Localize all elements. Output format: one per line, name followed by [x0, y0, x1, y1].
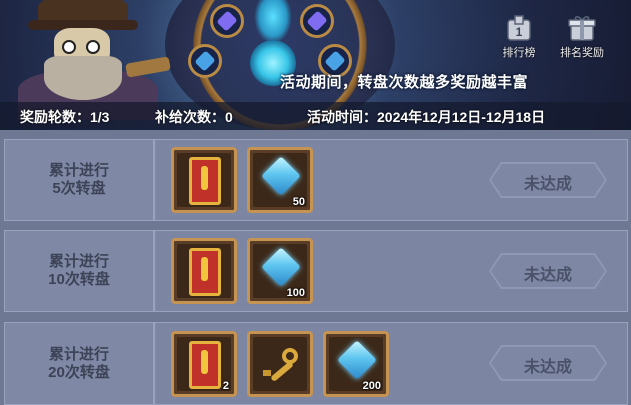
event-time: 活动时间：2024年12月12日-12月18日	[307, 109, 546, 125]
reward-items: 100 未达成	[157, 231, 627, 311]
reward-row: 累计进行 10次转盘 100 未达成	[4, 230, 628, 312]
reward-item[interactable]: 50	[247, 147, 313, 213]
event-slogan: 活动期间，转盘次数越多奖励越丰富	[280, 74, 529, 91]
milestone-line1: 累计进行	[48, 345, 109, 363]
wheel-gem-slot	[188, 44, 222, 78]
claim-status-text: 未达成	[523, 359, 572, 376]
milestone-label: 累计进行 10次转盘	[5, 231, 155, 311]
milestone-line1: 累计进行	[48, 162, 109, 179]
milestone-line2: 5次转盘	[52, 180, 106, 197]
milestone-line1: 累计进行	[48, 253, 109, 270]
milestone-label: 累计进行 5次转盘	[5, 140, 155, 220]
ranking-reward-label: 排名奖励	[560, 47, 604, 59]
reward-item[interactable]	[247, 331, 313, 397]
reward-item[interactable]: 2	[171, 331, 237, 397]
red-card-icon	[189, 157, 221, 205]
reward-items: 50 未达成	[157, 140, 627, 220]
hourglass-art	[254, 0, 292, 44]
red-card-icon	[189, 248, 221, 296]
info-bar: 奖励轮数：1/3 补给次数：0 活动时间：2024年12月12日-12月18日	[0, 102, 631, 130]
character-portrait	[8, 0, 171, 120]
wheel-gem-slot	[210, 4, 244, 38]
reward-item[interactable]: 100	[247, 238, 313, 304]
event-banner: 活动期间，转盘次数越多奖励越丰富 1 排行榜 排名奖励 奖励轮数：1/3 补给次…	[0, 0, 631, 130]
ranking-label: 排行榜	[502, 47, 536, 59]
reward-item[interactable]: 200	[323, 331, 389, 397]
reward-row: 累计进行 20次转盘 2 200 未达成	[4, 322, 628, 405]
milestone-line2: 10次转盘	[48, 271, 110, 288]
reward-item[interactable]	[171, 238, 237, 304]
red-card-icon	[189, 341, 221, 389]
svg-text:1: 1	[516, 25, 523, 39]
claim-status-button[interactable]: 未达成	[489, 345, 607, 381]
claim-status-text: 未达成	[523, 267, 572, 284]
reward-items: 2 200 未达成	[157, 323, 627, 404]
claim-status-text: 未达成	[523, 176, 572, 193]
wheel-gem-slot	[300, 4, 334, 38]
item-quantity: 200	[362, 380, 381, 392]
claim-status-button[interactable]: 未达成	[489, 253, 607, 289]
key-icon	[260, 348, 304, 383]
supply-count: 补给次数：0	[155, 109, 233, 125]
gift-icon	[567, 14, 597, 42]
milestone-label: 累计进行 20次转盘	[5, 323, 155, 404]
item-quantity: 100	[286, 287, 305, 299]
reward-item[interactable]	[171, 147, 237, 213]
item-quantity: 2	[222, 380, 229, 392]
milestone-line2: 20次转盘	[48, 363, 110, 381]
ranking-reward-button[interactable]: 排名奖励	[555, 14, 609, 66]
claim-status-button[interactable]: 未达成	[489, 162, 607, 198]
reward-row: 累计进行 5次转盘 50 未达成	[4, 139, 628, 221]
reward-rounds: 奖励轮数：1/3	[20, 109, 110, 125]
ranking-icon: 1	[504, 14, 534, 42]
ranking-button[interactable]: 1 排行榜	[492, 14, 546, 66]
item-quantity: 50	[292, 196, 305, 208]
telescope-icon	[125, 56, 171, 78]
